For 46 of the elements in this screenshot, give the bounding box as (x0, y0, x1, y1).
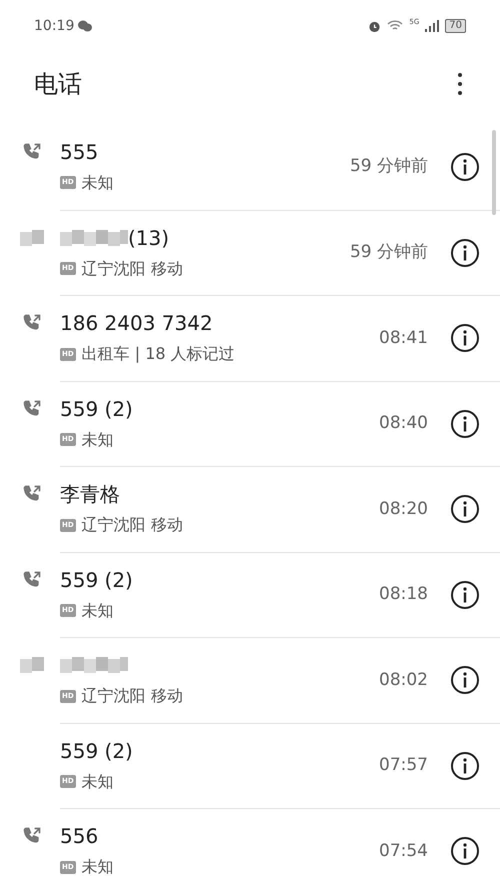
caller-name: 李青格 (60, 481, 120, 508)
call-detail: 未知 (82, 600, 114, 622)
info-icon[interactable] (450, 750, 480, 781)
status-time: 10:19 (34, 16, 74, 36)
call-detail: 未知 (82, 172, 114, 194)
info-icon[interactable] (450, 323, 480, 354)
battery-indicator: 70 (445, 19, 466, 33)
call-detail: 辽宁沈阳 移动 (82, 258, 183, 280)
page-title: 电话 (34, 69, 82, 100)
info-icon[interactable] (450, 238, 480, 268)
caller-name: 555 (60, 138, 98, 165)
call-detail: 未知 (82, 856, 114, 878)
call-time: 08:41 (379, 326, 428, 350)
info-icon[interactable] (450, 580, 480, 610)
outgoing-call-icon (22, 398, 42, 418)
call-time: 08:40 (379, 412, 428, 435)
outgoing-call-icon (22, 570, 42, 590)
call-detail: 辽宁沈阳 移动 (82, 514, 183, 536)
caller-name: (13) (128, 224, 170, 251)
blurred-icon (20, 655, 44, 675)
call-time: 07:57 (379, 754, 428, 777)
call-detail: 未知 (82, 428, 114, 451)
call-detail: 辽宁沈阳 移动 (82, 685, 183, 708)
info-icon[interactable] (450, 836, 480, 866)
call-time: 08:02 (379, 668, 428, 692)
info-icon[interactable] (450, 152, 480, 182)
call-time: 08:20 (379, 498, 428, 520)
call-time: 08:18 (379, 583, 428, 606)
info-icon[interactable] (450, 665, 480, 696)
call-detail: 出租车 | 18 人标记过 (82, 343, 235, 366)
caller-name: 556 (60, 823, 98, 850)
call-time: 07:54 (379, 840, 428, 862)
call-time: 59 分钟前 (350, 155, 428, 178)
blurred-icon (20, 228, 44, 248)
info-icon[interactable] (450, 494, 480, 524)
alarm-icon (368, 20, 382, 32)
caller-name: 559 (2) (60, 396, 133, 422)
signal-icon (425, 20, 440, 32)
info-icon[interactable] (450, 408, 480, 439)
caller-name: 186 2403 7342 (60, 310, 213, 336)
wifi-icon (387, 20, 404, 32)
caller-name: 559 (2) (60, 738, 133, 764)
chat-icon (78, 20, 92, 32)
call-detail: 未知 (82, 770, 114, 793)
call-time: 59 分钟前 (350, 241, 428, 264)
caller-name: 559 (2) (60, 566, 133, 593)
